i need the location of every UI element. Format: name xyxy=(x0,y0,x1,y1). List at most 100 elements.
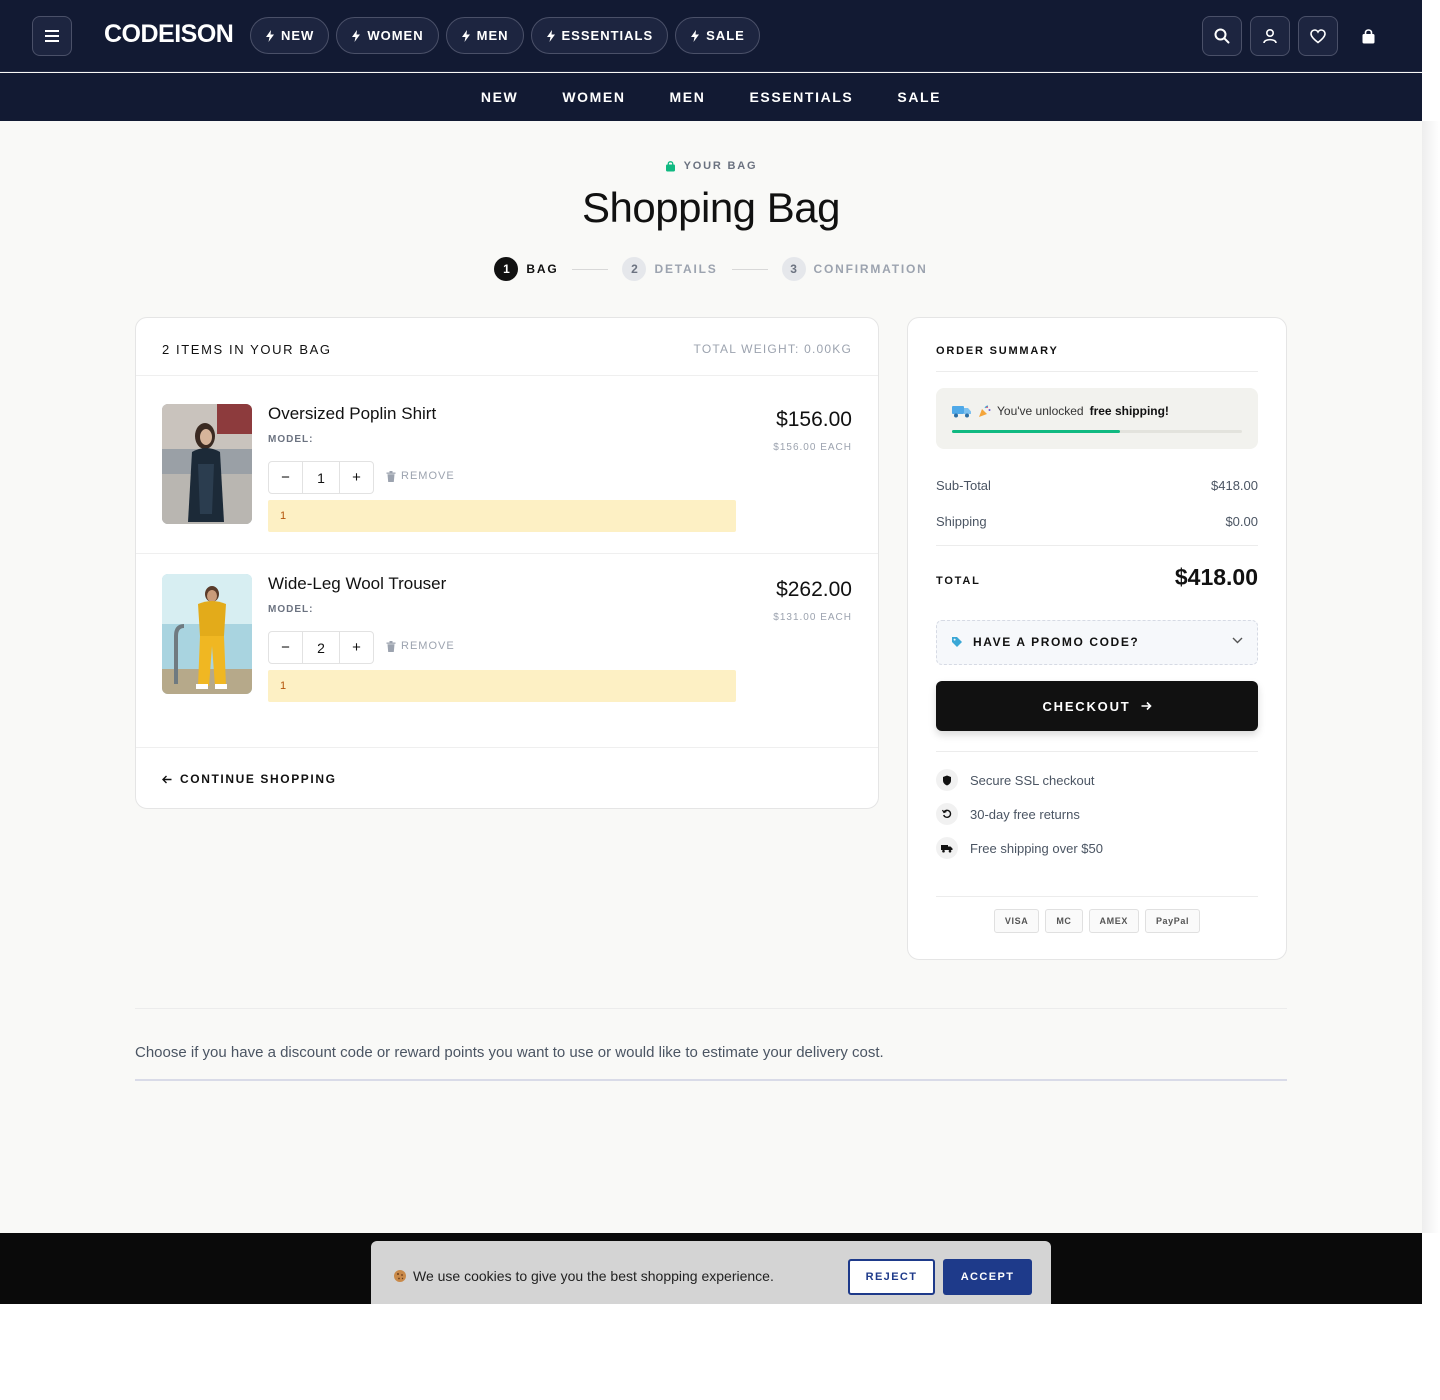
step-label: CONFIRMATION xyxy=(813,262,928,276)
shipping-prefix: You've unlocked xyxy=(997,404,1084,418)
party-popper-icon xyxy=(979,405,991,417)
nav-essentials[interactable]: ESSENTIALS xyxy=(749,89,853,105)
bag-item: Wide-Leg Wool Trouser MODEL: − 2 + REMOV… xyxy=(136,546,878,716)
product-name[interactable]: Wide-Leg Wool Trouser xyxy=(268,574,446,594)
section-divider xyxy=(135,1079,1287,1081)
bag-header: 2 ITEMS IN YOUR BAG TOTAL WEIGHT: 0.00KG xyxy=(136,318,878,376)
product-model: MODEL: xyxy=(268,604,314,615)
step-label: BAG xyxy=(526,262,559,276)
item-unit-price: $131.00 EACH xyxy=(773,612,852,623)
bag-button[interactable] xyxy=(1350,16,1386,56)
checkout-button[interactable]: CHECKOUT xyxy=(936,681,1258,731)
cookie-message: We use cookies to give you the best shop… xyxy=(393,1268,774,1284)
payment-badge-paypal: PayPal xyxy=(1144,909,1201,933)
promo-label: HAVE A PROMO CODE? xyxy=(973,635,1140,649)
menu-icon xyxy=(45,30,59,42)
page-kicker: YOUR BAG xyxy=(0,160,1422,172)
product-name[interactable]: Oversized Poplin Shirt xyxy=(268,404,436,424)
remove-label: REMOVE xyxy=(401,640,455,652)
trust-item-ssl: Secure SSL checkout xyxy=(936,769,1095,791)
top-bar: CODEISON NEW WOMEN MEN ESSENTIALS SALE xyxy=(0,0,1422,72)
item-unit-price: $156.00 EACH xyxy=(773,442,852,453)
quantity-value[interactable]: 1 xyxy=(302,462,340,493)
pill-sale[interactable]: SALE xyxy=(675,17,760,54)
tag-icon xyxy=(952,637,962,647)
summary-divider xyxy=(936,545,1258,546)
total-value: $418.00 xyxy=(1174,564,1258,590)
nav-women[interactable]: WOMEN xyxy=(562,89,625,105)
pill-essentials[interactable]: ESSENTIALS xyxy=(530,17,669,54)
pill-women[interactable]: WOMEN xyxy=(336,17,439,54)
pill-label: WOMEN xyxy=(367,28,424,43)
cookie-icon xyxy=(394,1270,406,1282)
brand-logo[interactable]: CODEISON xyxy=(104,20,234,49)
search-button[interactable] xyxy=(1202,16,1242,56)
checkout-label: CHECKOUT xyxy=(1042,698,1131,714)
step-number: 1 xyxy=(494,257,519,281)
nav-sale[interactable]: SALE xyxy=(897,89,941,105)
arrow-left-icon xyxy=(162,775,172,783)
remove-label: REMOVE xyxy=(401,470,455,482)
reject-cookies-button[interactable]: REJECT xyxy=(848,1259,935,1295)
checkout-steps: 1 BAG 2 DETAILS 3 CONFIRMATION xyxy=(0,257,1422,281)
bag-total-weight: TOTAL WEIGHT: 0.00KG xyxy=(693,342,852,356)
bolt-icon xyxy=(352,29,361,42)
shipping-label: Shipping xyxy=(936,514,987,529)
shield-icon xyxy=(936,769,958,791)
summary-divider xyxy=(936,896,1258,897)
shipping-progress-fill xyxy=(952,430,1121,433)
pill-label: ESSENTIALS xyxy=(561,28,654,43)
free-shipping-banner: You've unlocked free shipping! xyxy=(936,388,1258,449)
product-model: MODEL: xyxy=(268,434,314,445)
decrease-qty-button[interactable]: − xyxy=(269,462,302,493)
bag-icon xyxy=(665,160,675,171)
product-image-shirt[interactable] xyxy=(162,404,252,524)
quantity-value[interactable]: 2 xyxy=(302,632,340,663)
chevron-down-icon xyxy=(1232,637,1243,644)
remove-item-button[interactable]: REMOVE xyxy=(386,640,455,652)
trust-label: Secure SSL checkout xyxy=(970,772,1095,788)
menu-button[interactable] xyxy=(32,16,72,56)
step-bag: 1 BAG xyxy=(494,257,558,281)
item-total-price: $262.00 xyxy=(776,578,852,601)
pill-new[interactable]: NEW xyxy=(250,17,330,54)
refresh-icon xyxy=(936,803,958,825)
continue-shopping-link[interactable]: CONTINUE SHOPPING xyxy=(162,772,337,786)
shipping-value: $0.00 xyxy=(1225,514,1258,529)
step-label: DETAILS xyxy=(654,262,718,276)
pill-label: MEN xyxy=(476,28,509,43)
bolt-icon xyxy=(546,29,555,42)
step-confirmation: 3 CONFIRMATION xyxy=(781,257,928,281)
pill-men[interactable]: MEN xyxy=(445,17,524,54)
bolt-icon xyxy=(461,29,470,42)
increase-qty-button[interactable]: + xyxy=(340,632,373,663)
remove-item-button[interactable]: REMOVE xyxy=(386,470,455,482)
increase-qty-button[interactable]: + xyxy=(340,462,373,493)
discount-instructions: Choose if you have a discount code or re… xyxy=(135,1044,884,1061)
promo-code-toggle[interactable]: HAVE A PROMO CODE? xyxy=(936,620,1258,665)
wishlist-button[interactable] xyxy=(1298,16,1338,56)
decrease-qty-button[interactable]: − xyxy=(269,632,302,663)
subtotal-value: $418.00 xyxy=(1211,478,1258,493)
trash-icon xyxy=(386,640,396,652)
page-title: Shopping Bag xyxy=(582,184,840,231)
quick-category-pills: NEW WOMEN MEN ESSENTIALS SALE xyxy=(250,17,760,54)
item-total-price: $156.00 xyxy=(776,408,852,431)
user-icon xyxy=(1263,28,1277,44)
product-image-trouser[interactable] xyxy=(162,574,252,694)
search-icon xyxy=(1214,28,1230,44)
trust-label: 30-day free returns xyxy=(970,806,1080,822)
truck-icon xyxy=(952,406,971,418)
account-button[interactable] xyxy=(1250,16,1290,56)
accept-cookies-button[interactable]: ACCEPT xyxy=(943,1259,1032,1295)
arrow-right-icon xyxy=(1141,701,1152,711)
nav-new[interactable]: NEW xyxy=(481,89,518,105)
bag-items-card: 2 ITEMS IN YOUR BAG TOTAL WEIGHT: 0.00KG… xyxy=(135,317,879,809)
payment-methods: VISA MC AMEX PayPal xyxy=(908,909,1286,933)
pill-label: NEW xyxy=(281,28,315,43)
nav-men[interactable]: MEN xyxy=(670,89,706,105)
trash-icon xyxy=(386,470,396,482)
subtotal-row: Sub-Total $418.00 xyxy=(936,478,1258,493)
bag-item-count: 2 ITEMS IN YOUR BAG xyxy=(162,342,332,357)
summary-divider xyxy=(936,751,1258,752)
